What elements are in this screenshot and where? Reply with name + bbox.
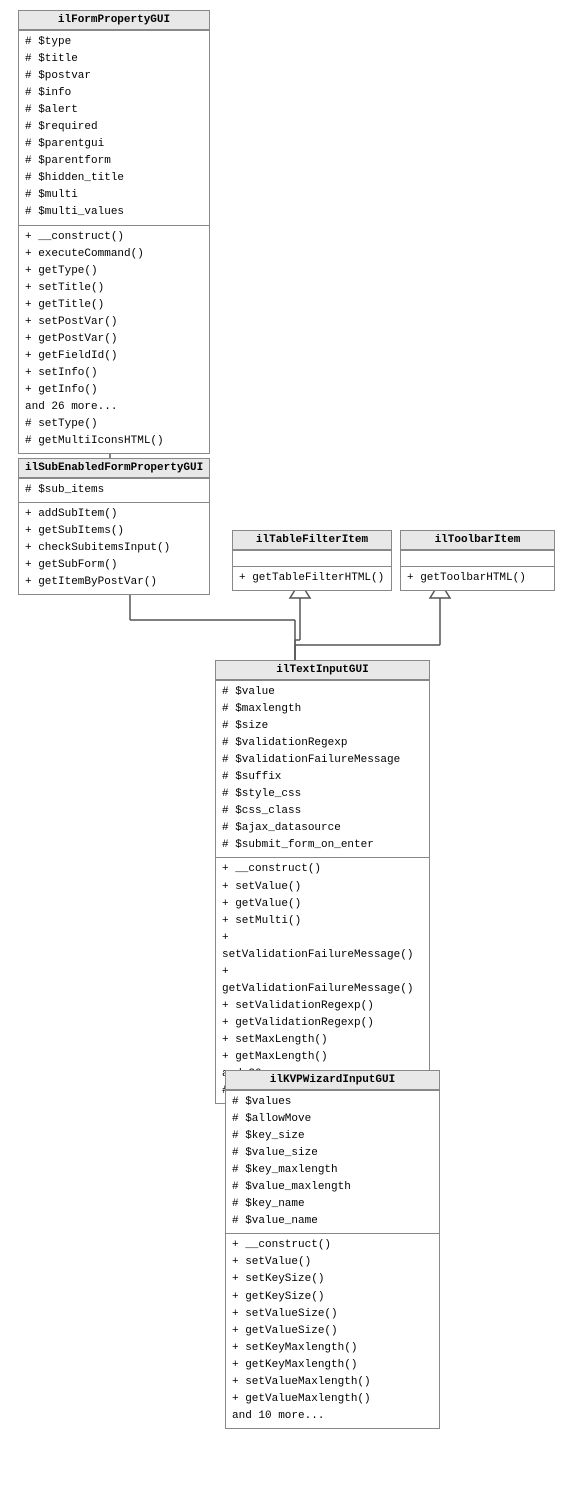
attr-line: # $size [222,718,423,735]
method-line: + setKeyMaxlength() [232,1340,433,1357]
method-line: + __construct() [25,229,203,246]
method-line: + getType() [25,263,203,280]
attr-line: # $alert [25,102,203,119]
attr-line: # $submit_form_on_enter [222,837,423,854]
attr-line: # $multi [25,187,203,204]
method-line: + setTitle() [25,280,203,297]
method-line: # getMultiIconsHTML() [25,433,203,450]
method-line: + getValueSize() [232,1323,433,1340]
attr-line: # $type [25,34,203,51]
box-ilTableFilterItem-methods: + getTableFilterHTML() [233,566,391,590]
method-line: + setInfo() [25,365,203,382]
box-ilSubEnabledFormPropertyGUI-title: ilSubEnabledFormPropertyGUI [19,459,209,478]
method-line: + setValue() [232,1254,433,1271]
box-ilKVPWizardInputGUI-methods: + __construct() + setValue() + setKeySiz… [226,1233,439,1428]
attr-line: # $suffix [222,769,423,786]
method-line: and 10 more... [232,1408,433,1425]
method-line: + getKeyMaxlength() [232,1357,433,1374]
method-line: + executeCommand() [25,246,203,263]
box-ilKVPWizardInputGUI-title: ilKVPWizardInputGUI [226,1071,439,1090]
method-line: + getPostVar() [25,331,203,348]
attr-line: # $allowMove [232,1111,433,1128]
method-line: + setValidationFailureMessage() [222,930,423,964]
box-ilTableFilterItem-empty [233,550,391,566]
diagram-container: ilFormPropertyGUI # $type # $title # $po… [0,0,584,1493]
box-ilTableFilterItem: ilTableFilterItem + getTableFilterHTML() [232,530,392,591]
attr-line: # $values [232,1094,433,1111]
method-line: + setKeySize() [232,1271,433,1288]
attr-line: # $style_css [222,786,423,803]
method-line: + getMaxLength() [222,1049,423,1066]
method-line: + setValue() [222,879,423,896]
method-line: + getItemByPostVar() [25,574,203,591]
method-line: + getSubItems() [25,523,203,540]
method-line: + __construct() [232,1237,433,1254]
method-line: + getFieldId() [25,348,203,365]
attr-line: # $ajax_datasource [222,820,423,837]
box-ilTextInputGUI: ilTextInputGUI # $value # $maxlength # $… [215,660,430,1104]
method-line: and 26 more... [25,399,203,416]
attr-line: # $title [25,51,203,68]
method-line: + getKeySize() [232,1289,433,1306]
method-line: + getValueMaxlength() [232,1391,433,1408]
method-line: + addSubItem() [25,506,203,523]
attr-line: # $required [25,119,203,136]
box-ilToolbarItem: ilToolbarItem + getToolbarHTML() [400,530,555,591]
attr-line: # $hidden_title [25,170,203,187]
box-ilFormPropertyGUI-attributes: # $type # $title # $postvar # $info # $a… [19,30,209,225]
box-ilKVPWizardInputGUI: ilKVPWizardInputGUI # $values # $allowMo… [225,1070,440,1429]
box-ilTextInputGUI-attributes: # $value # $maxlength # $size # $validat… [216,680,429,857]
box-ilSubEnabledFormPropertyGUI-methods: + addSubItem() + getSubItems() + checkSu… [19,502,209,594]
attr-line: # $maxlength [222,701,423,718]
method-line: + getTitle() [25,297,203,314]
attr-line: # $key_name [232,1196,433,1213]
method-line: + checkSubitemsInput() [25,540,203,557]
method-line: + getValue() [222,896,423,913]
method-line: + getValidationFailureMessage() [222,964,423,998]
box-ilSubEnabledFormPropertyGUI: ilSubEnabledFormPropertyGUI # $sub_items… [18,458,210,595]
box-ilToolbarItem-title: ilToolbarItem [401,531,554,550]
method-line: + setPostVar() [25,314,203,331]
method-line: + setMaxLength() [222,1032,423,1049]
method-line: + setValidationRegexp() [222,998,423,1015]
attr-line: # $css_class [222,803,423,820]
box-ilKVPWizardInputGUI-attributes: # $values # $allowMove # $key_size # $va… [226,1090,439,1233]
attr-line: # $value [222,684,423,701]
attr-line: # $value_name [232,1213,433,1230]
method-line: + __construct() [222,861,423,878]
attr-line: # $value_size [232,1145,433,1162]
box-ilToolbarItem-empty [401,550,554,566]
method-line: + setValueSize() [232,1306,433,1323]
method-line: + setMulti() [222,913,423,930]
attr-line: # $validationFailureMessage [222,752,423,769]
box-ilTableFilterItem-title: ilTableFilterItem [233,531,391,550]
attr-line: # $key_size [232,1128,433,1145]
box-ilTextInputGUI-title: ilTextInputGUI [216,661,429,680]
box-ilTextInputGUI-methods: + __construct() + setValue() + getValue(… [216,857,429,1103]
box-ilFormPropertyGUI-methods: + __construct() + executeCommand() + get… [19,225,209,454]
attr-line: # $sub_items [25,482,203,499]
box-ilSubEnabledFormPropertyGUI-attributes: # $sub_items [19,478,209,502]
attr-line: # $key_maxlength [232,1162,433,1179]
box-ilFormPropertyGUI: ilFormPropertyGUI # $type # $title # $po… [18,10,210,454]
attr-line: # $parentform [25,153,203,170]
box-ilFormPropertyGUI-title: ilFormPropertyGUI [19,11,209,30]
attr-line: # $multi_values [25,204,203,221]
method-line: + setValueMaxlength() [232,1374,433,1391]
method-line: + getInfo() [25,382,203,399]
attr-line: # $validationRegexp [222,735,423,752]
method-line: + getToolbarHTML() [407,570,548,587]
method-line: + getValidationRegexp() [222,1015,423,1032]
box-ilToolbarItem-methods: + getToolbarHTML() [401,566,554,590]
method-line: # setType() [25,416,203,433]
method-line: + getTableFilterHTML() [239,570,385,587]
attr-line: # $info [25,85,203,102]
attr-line: # $parentgui [25,136,203,153]
attr-line: # $value_maxlength [232,1179,433,1196]
method-line: + getSubForm() [25,557,203,574]
attr-line: # $postvar [25,68,203,85]
